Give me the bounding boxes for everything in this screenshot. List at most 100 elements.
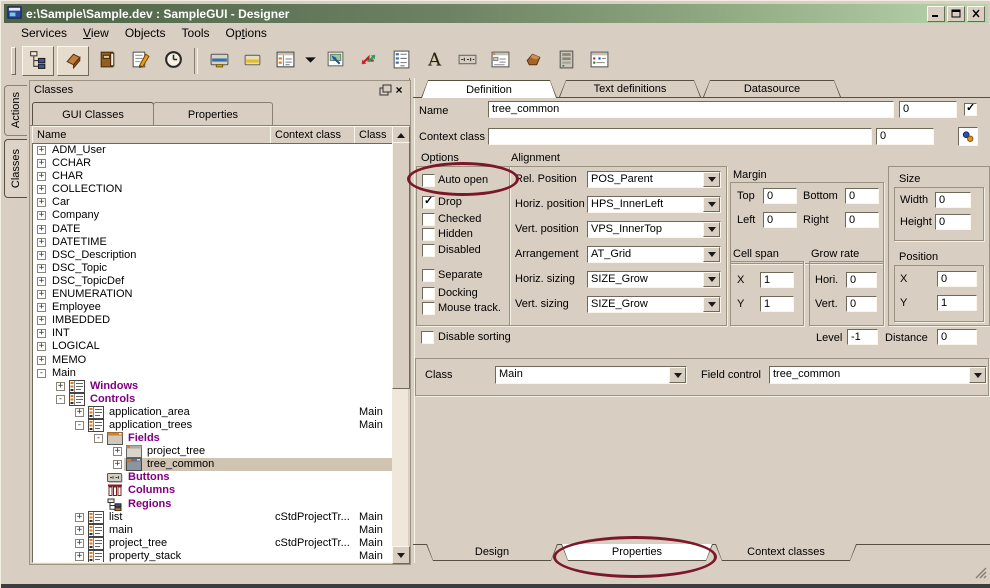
maximize-button[interactable] xyxy=(947,6,965,22)
clock-button[interactable] xyxy=(158,47,188,75)
position-y-input[interactable]: 1 xyxy=(937,295,977,311)
close-button[interactable] xyxy=(967,6,985,22)
tree-expand-toggle[interactable]: - xyxy=(37,369,46,378)
tree-row[interactable]: +Company xyxy=(33,209,393,222)
form-window-button[interactable] xyxy=(485,47,515,75)
menu-services[interactable]: Services xyxy=(13,24,75,42)
tree-row[interactable]: +property_stackMain xyxy=(33,550,393,563)
tree-row[interactable]: -Controls xyxy=(33,393,393,406)
tree-expand-toggle[interactable]: + xyxy=(37,159,46,168)
menu-objects[interactable]: Objects xyxy=(117,24,174,42)
class-dropdown[interactable]: Main xyxy=(495,366,687,384)
tree-row[interactable]: Columns xyxy=(33,484,393,497)
dropdown-arrow-icon[interactable] xyxy=(703,272,720,287)
margin-right-input[interactable]: 0 xyxy=(845,212,879,228)
classes-panel-header[interactable]: Classes × xyxy=(30,81,410,99)
distance-input[interactable]: 0 xyxy=(937,329,977,345)
tree-row[interactable]: Regions xyxy=(33,498,393,511)
tree-expand-toggle[interactable]: + xyxy=(56,382,65,391)
checkbox-separate[interactable] xyxy=(422,269,435,282)
tree-expand-toggle[interactable]: + xyxy=(37,225,46,234)
tree-expand-toggle[interactable]: + xyxy=(37,172,46,181)
table-list-button[interactable] xyxy=(386,47,416,75)
menu-tools[interactable]: Tools xyxy=(174,24,218,42)
name-input[interactable]: tree_common xyxy=(488,101,894,118)
dropdown-horiz-sizing[interactable]: SIZE_Grow xyxy=(587,271,721,288)
dropdown-rel-position[interactable]: POS_Parent xyxy=(587,171,721,188)
tree-expand-toggle[interactable]: + xyxy=(75,513,84,522)
tree-row[interactable]: -Fields xyxy=(33,432,393,445)
font-button[interactable]: AA xyxy=(419,47,449,75)
tab-properties-bottom[interactable]: Properties xyxy=(561,544,713,561)
drive-blue-button[interactable] xyxy=(204,47,234,75)
tree-row[interactable]: +Windows xyxy=(33,380,393,393)
dropdown-arrow-button[interactable] xyxy=(303,47,317,75)
tree-row[interactable]: +CCHAR xyxy=(33,157,393,170)
position-x-input[interactable]: 0 xyxy=(937,271,977,287)
tab-properties-left[interactable]: Properties xyxy=(153,102,273,126)
tree-expand-toggle[interactable]: + xyxy=(37,211,46,220)
dropdown-arrow-icon[interactable] xyxy=(703,197,720,212)
tree-expand-toggle[interactable]: + xyxy=(37,251,46,260)
scrollbar-down-button[interactable] xyxy=(392,546,410,564)
dropdown-arrow-icon[interactable] xyxy=(703,222,720,237)
tree-expand-toggle[interactable]: + xyxy=(37,264,46,273)
tree-expand-toggle[interactable]: + xyxy=(37,198,46,207)
float-panel-icon[interactable] xyxy=(378,84,392,97)
tree-expand-toggle[interactable]: + xyxy=(37,316,46,325)
checkbox-docking[interactable] xyxy=(422,287,435,300)
tree-expand-toggle[interactable]: + xyxy=(37,303,46,312)
tree-row[interactable]: +COLLECTION xyxy=(33,183,393,196)
dropdown-arrangement[interactable]: AT_Grid xyxy=(587,246,721,263)
tree-expand-toggle[interactable]: - xyxy=(75,421,84,430)
tree-row[interactable]: +tree_common xyxy=(33,458,393,471)
grow-rate-vert-input[interactable]: 0 xyxy=(846,296,877,312)
server-button[interactable] xyxy=(551,47,581,75)
tree-expand-toggle[interactable]: + xyxy=(37,277,46,286)
tree-expand-toggle[interactable]: + xyxy=(37,329,46,338)
context-class-input[interactable] xyxy=(488,128,872,145)
image-export-button[interactable] xyxy=(320,47,350,75)
tree-expand-toggle[interactable]: - xyxy=(94,434,103,443)
dropdown-arrow-icon[interactable] xyxy=(969,367,986,383)
menu-view[interactable]: View xyxy=(75,24,117,42)
tab-context-classes[interactable]: Context classes xyxy=(715,544,857,561)
context-class-number-input[interactable]: 0 xyxy=(876,128,934,145)
tree-row[interactable]: +INT xyxy=(33,327,393,340)
size-height-input[interactable]: 0 xyxy=(935,214,971,230)
sidebar-tab-actions[interactable]: Actions xyxy=(4,85,27,136)
tree-row[interactable]: +mainMain xyxy=(33,524,393,537)
dropdown-vert-sizing[interactable]: SIZE_Grow xyxy=(587,296,721,313)
tree-expand-toggle[interactable]: + xyxy=(37,356,46,365)
cell-span-y-input[interactable]: 1 xyxy=(760,296,794,312)
column-header-context-class[interactable]: Context class xyxy=(270,126,360,144)
tree-expand-toggle[interactable]: + xyxy=(37,290,46,299)
eraser-ball-button[interactable] xyxy=(518,47,548,75)
tree-expand-toggle[interactable]: + xyxy=(75,539,84,548)
close-panel-icon[interactable]: × xyxy=(392,84,406,97)
scrollbar-thumb[interactable] xyxy=(392,142,410,389)
checkbox-checked[interactable] xyxy=(422,213,435,226)
sidebar-tab-classes[interactable]: Classes xyxy=(4,139,27,198)
toolbar-grip[interactable] xyxy=(11,47,16,75)
tree-row[interactable]: +CHAR xyxy=(33,170,393,183)
tree-expand-toggle[interactable]: + xyxy=(75,526,84,535)
form-grid-button[interactable] xyxy=(270,47,300,75)
cell-span-x-input[interactable]: 1 xyxy=(760,272,794,288)
tree-row[interactable]: +DATETIME xyxy=(33,236,393,249)
book-button[interactable] xyxy=(92,47,122,75)
dropdown-arrow-icon[interactable] xyxy=(703,297,720,312)
column-header-name[interactable]: Name xyxy=(32,126,276,144)
checkbox-drop[interactable] xyxy=(422,196,435,209)
tree-row[interactable]: Buttons xyxy=(33,471,393,484)
tree-row[interactable]: +project_tree xyxy=(33,445,393,458)
tree-row[interactable]: +ENUMERATION xyxy=(33,288,393,301)
edit-note-button[interactable] xyxy=(125,47,155,75)
level-input[interactable]: -1 xyxy=(847,329,878,345)
checkbox-hidden[interactable] xyxy=(422,228,435,241)
tree-row[interactable]: -Main xyxy=(33,367,393,380)
tab-gui-classes[interactable]: GUI Classes xyxy=(32,102,154,127)
margin-bottom-input[interactable]: 0 xyxy=(845,188,879,204)
dropdown-vert-position[interactable]: VPS_InnerTop xyxy=(587,221,721,238)
dropdown-arrow-icon[interactable] xyxy=(703,172,720,187)
